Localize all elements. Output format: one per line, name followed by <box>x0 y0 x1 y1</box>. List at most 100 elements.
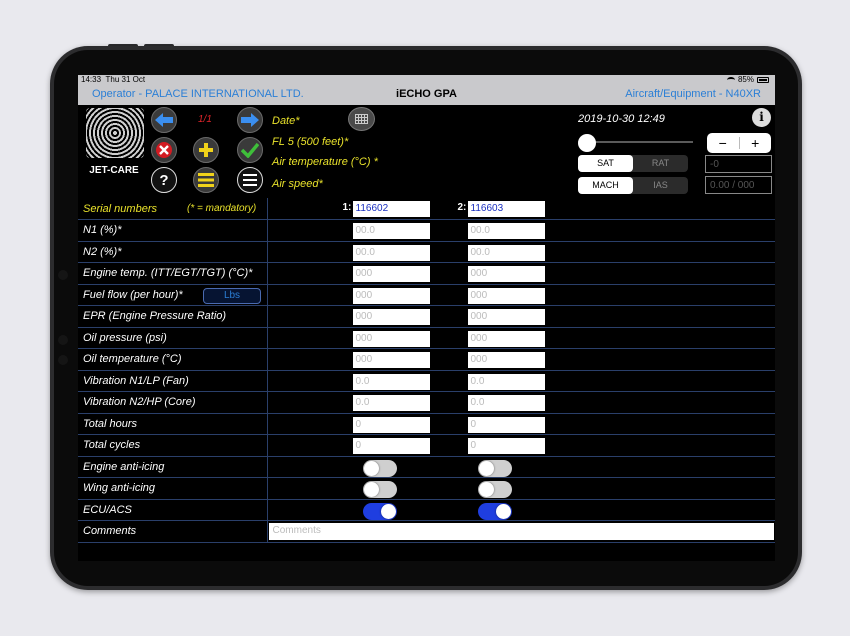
engine-1-input[interactable]: 0.0 <box>352 395 430 411</box>
engine-1-input[interactable]: 000 <box>352 352 430 368</box>
table-row: Comments Comments <box>78 520 775 543</box>
engine-2-input[interactable]: 000 <box>467 352 545 368</box>
engine-1-input[interactable]: 000 <box>352 287 430 304</box>
engine-1-serial-input[interactable]: 116602 <box>352 201 430 217</box>
temp-mode-sat[interactable]: SAT <box>578 155 633 172</box>
slider-knob[interactable] <box>578 134 596 152</box>
engine-2-input[interactable]: 0.0 <box>467 395 545 411</box>
parameter-values: 000 000 <box>267 327 775 349</box>
parameter-label-text: N2 (%)* <box>83 245 122 258</box>
stepper-minus-button[interactable]: − <box>707 135 739 151</box>
add-icon[interactable] <box>193 137 219 163</box>
engine-1-number: 1: <box>342 202 352 213</box>
engine-2-serial-input[interactable]: 116603 <box>467 201 545 217</box>
engine-1-input[interactable]: 0.0 <box>352 373 430 390</box>
delete-icon[interactable] <box>151 137 177 163</box>
serial-row-label: Serial numbers (* = mandatory) <box>78 198 268 220</box>
table-row: Total hours 0 0 <box>78 413 775 435</box>
toggle-label-text: Wing anti-icing <box>83 482 156 495</box>
aircraft-link[interactable]: Aircraft/Equipment - N40XR <box>625 88 761 100</box>
table-row: Total cycles 0 0 <box>78 434 775 457</box>
comments-label: Comments <box>78 520 268 543</box>
speed-mode-segment[interactable]: MACH IAS <box>578 177 688 194</box>
engine-1-input[interactable]: 000 <box>352 309 430 325</box>
table-row: Wing anti-icing <box>78 477 775 500</box>
parameter-label: Engine temp. (ITT/EGT/TGT) (°C)* <box>78 262 268 285</box>
engine-1-toggle[interactable] <box>362 459 397 477</box>
parameter-values: 000 000 <box>267 348 775 371</box>
parameter-label: Vibration N2/HP (Core) <box>78 391 268 414</box>
app-screen: 14:33 Thu 31 Oct 85% Operator - PALACE I… <box>78 75 775 561</box>
parameter-label: EPR (Engine Pressure Ratio) <box>78 305 268 328</box>
toggle-label-text: Engine anti-icing <box>83 460 165 473</box>
temp-mode-segment[interactable]: SAT RAT <box>578 155 688 172</box>
table-row: Vibration N1/LP (Fan) 0.0 0.0 <box>78 370 775 392</box>
confirm-icon[interactable] <box>237 137 263 163</box>
engine-2-toggle[interactable] <box>477 481 512 498</box>
air-speed-input[interactable]: 0.00 / 000 <box>705 176 772 194</box>
parameter-label-text: EPR (Engine Pressure Ratio) <box>83 310 227 323</box>
help-icon[interactable]: ? <box>151 167 177 193</box>
table-row: Vibration N2/HP (Core) 0.0 0.0 <box>78 391 775 414</box>
comments-input[interactable]: Comments <box>268 523 774 540</box>
parameter-values: 000 000 <box>267 305 775 328</box>
engine-1-toggle[interactable] <box>362 502 397 520</box>
temp-mode-rat[interactable]: RAT <box>633 155 688 172</box>
calendar-icon[interactable] <box>348 107 375 131</box>
speed-mode-ias[interactable]: IAS <box>633 177 688 194</box>
engine-1-input[interactable]: 00.0 <box>352 244 430 261</box>
engine-parameters-table: Serial numbers (* = mandatory) 1: 116602… <box>78 198 775 543</box>
engine-2-input[interactable]: 0 <box>467 438 545 454</box>
engine-2-toggle[interactable] <box>477 459 512 477</box>
date-label: Date* <box>272 115 300 127</box>
speed-mode-mach[interactable]: MACH <box>578 177 633 194</box>
back-arrow-icon[interactable] <box>151 107 177 133</box>
table-row: Oil temperature (°C) 000 000 <box>78 348 775 371</box>
list-icon[interactable] <box>193 167 219 193</box>
engine-2-input[interactable]: 000 <box>467 309 545 325</box>
engine-2-input[interactable]: 000 <box>467 287 545 304</box>
table-row: Engine temp. (ITT/EGT/TGT) (°C)* 000 000 <box>78 262 775 285</box>
parameter-values: 00.0 00.0 <box>267 241 775 263</box>
engine-2-input[interactable]: 0 <box>467 416 545 433</box>
flight-datetime[interactable]: 2019-10-30 12:49 <box>578 113 665 125</box>
engine-1-input[interactable]: 00.0 <box>352 223 430 239</box>
table-row: N1 (%)* 00.0 00.0 <box>78 219 775 242</box>
parameter-label: Vibration N1/LP (Fan) <box>78 370 268 392</box>
engine-2-input[interactable]: 000 <box>467 330 545 347</box>
title-bar: Operator - PALACE INTERNATIONAL LTD. iEC… <box>78 85 775 105</box>
parameter-label: Total hours <box>78 413 268 435</box>
mandatory-note: (* = mandatory) <box>187 203 257 214</box>
engine-1-toggle[interactable] <box>362 481 397 498</box>
parameter-values: 00 <box>267 413 775 435</box>
battery-icon <box>757 76 769 83</box>
toggle-label-text: ECU/ACS <box>83 503 132 516</box>
parameter-label-text: Vibration N1/LP (Fan) <box>83 374 189 387</box>
air-temperature-label: Air temperature (°C) * <box>272 156 378 168</box>
air-temperature-input[interactable]: -0 <box>705 155 772 173</box>
parameter-label: Oil temperature (°C) <box>78 348 268 371</box>
engine-2-input[interactable]: 0.0 <box>467 373 545 390</box>
parameter-label-text: Total cycles <box>83 439 141 452</box>
engine-2-input[interactable]: 000 <box>467 266 545 282</box>
engine-2-toggle[interactable] <box>477 502 512 520</box>
flight-level-slider[interactable] <box>578 134 693 152</box>
engine-1-input[interactable]: 0 <box>352 438 430 454</box>
comments-label-text: Comments <box>83 525 137 538</box>
table-row: Oil pressure (psi) 000 000 <box>78 327 775 349</box>
forward-arrow-icon[interactable] <box>237 107 263 133</box>
table-row: Serial numbers (* = mandatory) 1: 116602… <box>78 198 775 220</box>
menu-icon[interactable] <box>237 167 263 193</box>
toggle-values <box>267 456 775 478</box>
engine-1-input[interactable]: 000 <box>352 330 430 347</box>
page-indicator: 1/1 <box>198 114 212 125</box>
engine-2-input[interactable]: 00.0 <box>467 223 545 239</box>
info-icon[interactable]: i <box>752 108 771 127</box>
side-sensor <box>58 335 68 345</box>
engine-2-input[interactable]: 00.0 <box>467 244 545 261</box>
fuel-unit-button[interactable]: Lbs <box>203 287 261 304</box>
engine-1-input[interactable]: 0 <box>352 416 430 433</box>
temperature-stepper[interactable]: − + <box>707 133 771 153</box>
engine-1-input[interactable]: 000 <box>352 266 430 282</box>
stepper-plus-button[interactable]: + <box>740 135 772 151</box>
